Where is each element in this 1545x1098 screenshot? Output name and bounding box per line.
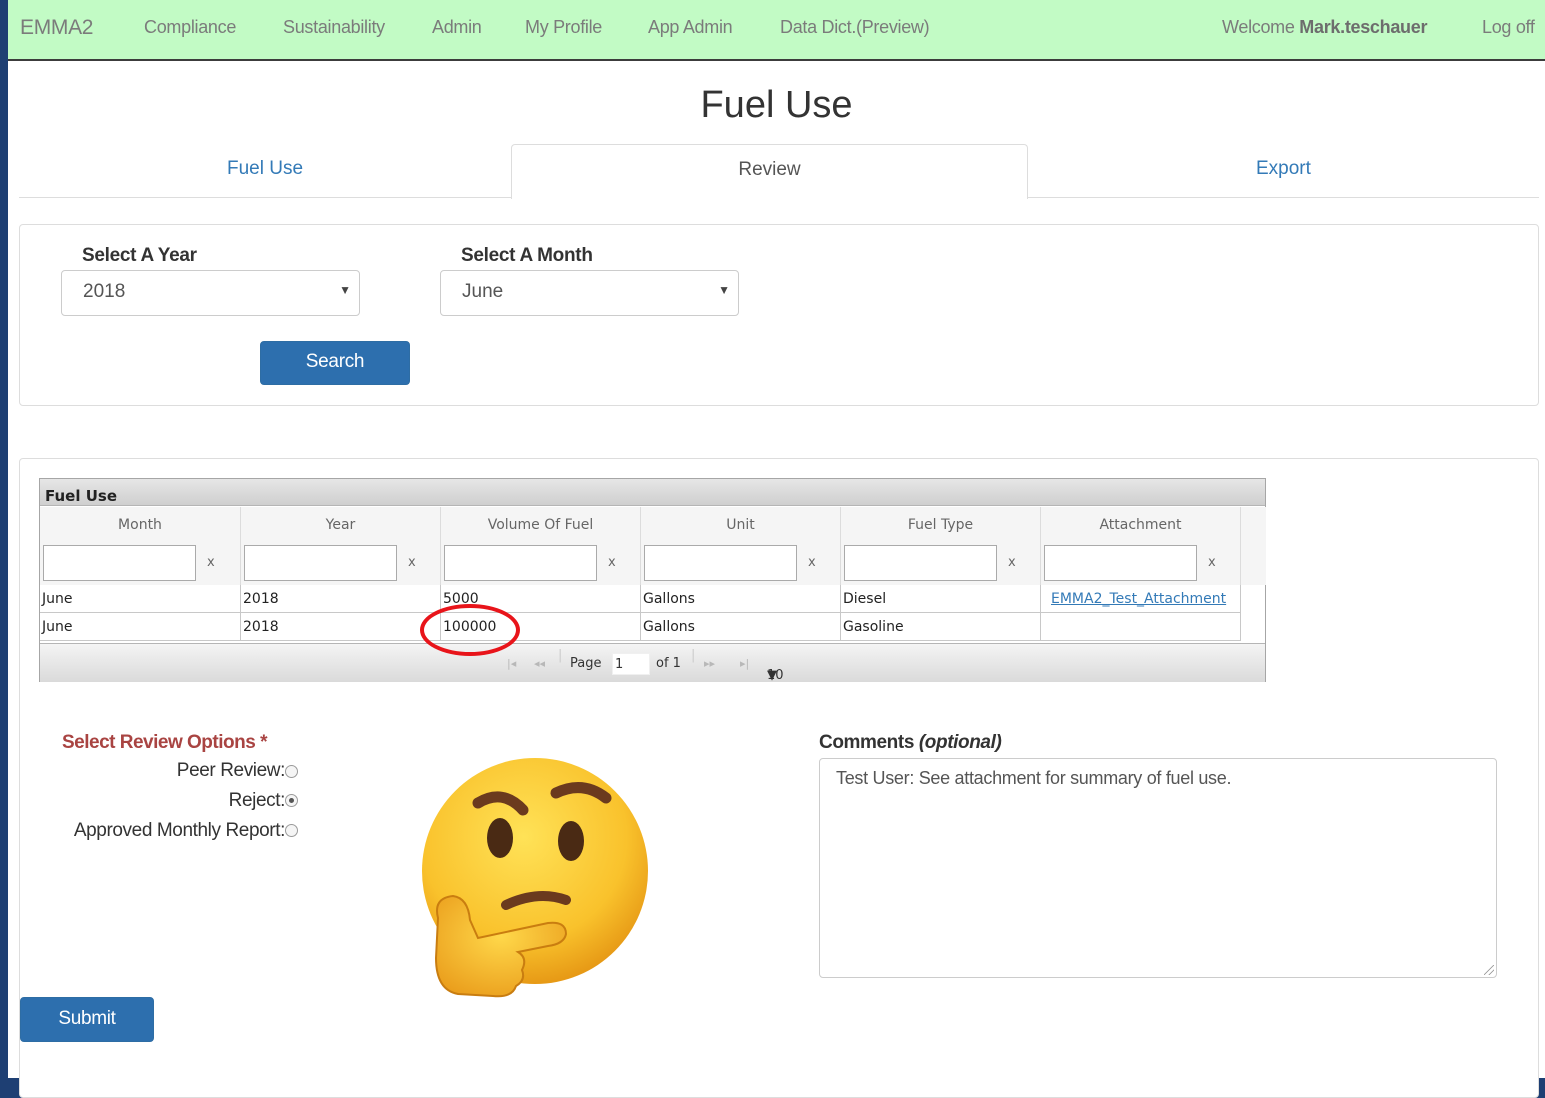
page: EMMA2 Compliance Sustainability Admin My… [8,0,1545,1098]
table-cell [1041,613,1241,641]
filter-spacer [1241,543,1266,585]
nav-admin[interactable]: Admin [432,17,482,38]
fuel-use-grid: Fuel Use Month Year Volume Of Fuel Unit … [39,478,1266,683]
filter-input-attachment[interactable] [1044,545,1197,581]
filter-cell-attachment: x [1041,543,1241,585]
filter-input-fuel-type[interactable] [844,545,997,581]
month-select[interactable]: June ▼ [440,270,739,316]
year-label: Select A Year [82,245,197,266]
page-input[interactable]: 1 [612,653,650,675]
filter-cell-year: x [241,543,441,585]
option-reject-label: Reject: [228,790,286,811]
nav-compliance[interactable]: Compliance [144,17,236,38]
column-header-unit[interactable]: Unit [641,507,841,543]
highlight-circle [420,604,520,656]
tab-export[interactable]: Export [1256,158,1311,180]
table-cell: 2018 [241,613,441,641]
next-page-icon[interactable]: ▸▸ [704,657,715,670]
nav-sustainability[interactable]: Sustainability [283,17,385,38]
tab-fuel-use[interactable]: Fuel Use [227,158,303,180]
column-header-fuel-type[interactable]: Fuel Type [841,507,1041,543]
radio-peer-review[interactable] [285,765,298,778]
comments-label: Comments (optional) [819,732,1002,754]
search-button[interactable]: Search [260,341,410,385]
prev-page-icon[interactable]: ◂◂ [534,657,545,670]
column-header-month[interactable]: Month [40,507,241,543]
filter-input-month[interactable] [43,545,196,581]
nav-my-profile[interactable]: My Profile [525,17,602,38]
table-cell: Gasoline [841,613,1041,641]
filter-cell-volume: x [441,543,641,585]
welcome-text: Welcome Mark.teschauer [1222,17,1427,38]
column-header-year[interactable]: Year [241,507,441,543]
option-peer-review-label: Peer Review: [176,760,286,781]
clear-filter-icon[interactable]: x [1208,555,1216,570]
clear-filter-icon[interactable]: x [608,555,616,570]
table-cell: Gallons [641,613,841,641]
resize-handle-icon[interactable] [1484,965,1494,975]
option-approved-label: Approved Monthly Report: [73,820,286,841]
column-header-volume[interactable]: Volume Of Fuel [441,507,641,543]
grid-pager: |◂ ◂◂ | Page 1 of 1 | ▸▸ ▸| 10 ▼ [40,643,1265,683]
filter-panel: Select A Year 2018 ▼ Select A Month June… [19,224,1539,406]
month-label: Select A Month [461,245,593,266]
filter-cell-unit: x [641,543,841,585]
logoff-link[interactable]: Log off [1482,17,1535,38]
page-label: Page [570,656,602,671]
thinking-face-icon [422,758,648,998]
column-header-attachment[interactable]: Attachment [1041,507,1241,543]
comments-label-text: Comments [819,732,914,753]
welcome-prefix: Welcome [1222,17,1295,37]
chevron-down-icon: ▼ [767,668,777,683]
comments-textarea[interactable]: Test User: See attachment for summary of… [819,758,1497,978]
table-cell: Gallons [641,585,841,613]
clear-filter-icon[interactable]: x [207,555,215,570]
filter-cell-fuel-type: x [841,543,1041,585]
page-count: of 1 [656,656,681,671]
comments-value: Test User: See attachment for summary of… [836,768,1232,788]
required-mark: * [260,732,267,753]
tab-review[interactable]: Review [511,144,1028,199]
filter-input-year[interactable] [244,545,397,581]
table-cell: June [40,613,241,641]
page-title: Fuel Use [700,84,853,126]
month-value: June [462,281,504,302]
filter-input-unit[interactable] [644,545,797,581]
radio-reject[interactable] [285,794,298,807]
table-cell: Diesel [841,585,1041,613]
clear-filter-icon[interactable]: x [808,555,816,570]
nav-app-admin[interactable]: App Admin [648,17,733,38]
filter-input-volume[interactable] [444,545,597,581]
header-spacer [1241,507,1266,543]
brand-link[interactable]: EMMA2 [20,16,93,40]
pager-separator: | [558,648,563,663]
top-nav: EMMA2 Compliance Sustainability Admin My… [8,0,1545,61]
table-cell: EMMA2_Test_Attachment [1041,585,1241,613]
username: Mark.teschauer [1299,17,1428,37]
radio-approved-monthly-report[interactable] [285,824,298,837]
submit-button[interactable]: Submit [20,997,154,1042]
comments-optional-text: (optional) [918,732,1002,753]
table-cell: June [40,585,241,613]
review-options-title: Select Review Options [62,732,256,753]
clear-filter-icon[interactable]: x [1008,555,1016,570]
pager-separator: | [691,648,696,663]
table-cell: 2018 [241,585,441,613]
first-page-icon[interactable]: |◂ [507,657,516,670]
dropdown-arrow-icon: ▼ [718,283,730,297]
grid-caption: Fuel Use [40,479,1265,506]
last-page-icon[interactable]: ▸| [740,657,749,670]
year-select[interactable]: 2018 ▼ [61,270,360,316]
nav-data-dict[interactable]: Data Dict.(Preview) [780,17,930,38]
clear-filter-icon[interactable]: x [408,555,416,570]
year-value: 2018 [83,281,126,302]
dropdown-arrow-icon: ▼ [339,283,351,297]
review-options-label: Select Review Options * [62,732,267,754]
attachment-link[interactable]: EMMA2_Test_Attachment [1051,591,1226,607]
filter-cell-month: x [40,543,241,585]
